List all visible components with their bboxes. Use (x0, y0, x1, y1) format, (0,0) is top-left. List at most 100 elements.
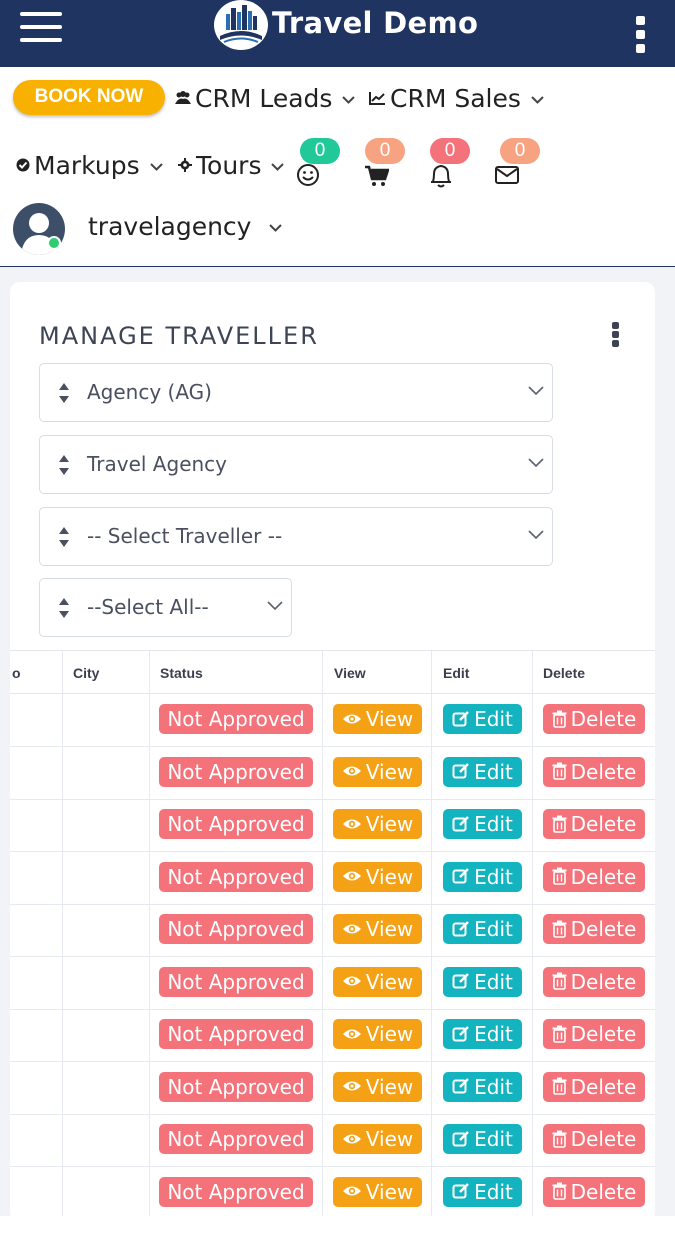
edit-icon (452, 970, 474, 994)
user-menu[interactable]: travelagency (88, 212, 283, 241)
edit-button[interactable]: Edit (443, 1176, 522, 1207)
view-button-label: View (365, 1179, 414, 1204)
status-filter-select[interactable]: --Select All-- (39, 578, 292, 637)
edit-button[interactable]: Edit (443, 704, 522, 734)
nav-markups[interactable]: Markups (16, 151, 163, 180)
view-button-label: View (365, 1127, 414, 1151)
view-button[interactable]: View (333, 861, 422, 892)
view-button[interactable]: View (333, 1176, 422, 1207)
delete-button[interactable]: Delete (543, 914, 645, 944)
edit-icon (452, 865, 474, 889)
brand-title[interactable]: Travel Demo (272, 6, 478, 40)
column-header-city[interactable]: City (73, 665, 99, 681)
delete-button[interactable]: Delete (543, 861, 645, 892)
trash-icon (552, 1180, 571, 1204)
edit-button[interactable]: Edit (443, 861, 522, 892)
view-button-label: View (365, 812, 414, 836)
agency-type-select[interactable]: Agency (AG) (39, 363, 553, 422)
view-button[interactable]: View (333, 966, 422, 997)
nav-tours[interactable]: Tours (178, 151, 285, 180)
status-badge: Not Approved (159, 861, 313, 892)
view-button-label: View (365, 1074, 414, 1099)
traveller-select[interactable]: -- Select Traveller -- (39, 507, 553, 566)
edit-icon (452, 1075, 474, 1099)
city-logo-icon[interactable] (214, 0, 268, 50)
agency-select[interactable]: Travel Agency (39, 435, 553, 494)
delete-button-label: Delete (570, 759, 637, 784)
chevron-down-icon (271, 163, 285, 171)
chevron-down-icon (528, 530, 544, 540)
chevron-down-icon (269, 224, 283, 232)
delete-button-label: Delete (570, 917, 637, 941)
edit-button-label: Edit (474, 864, 513, 889)
nav-tours-label: Tours (196, 151, 262, 180)
eye-icon (342, 970, 366, 994)
edit-button[interactable]: Edit (443, 809, 522, 839)
trash-icon (552, 812, 571, 836)
table-row: Not Approved View Edit Delete (10, 1062, 655, 1115)
edit-button-label: Edit (474, 1179, 513, 1204)
edit-button[interactable]: Edit (443, 966, 522, 997)
table-row: Not Approved View Edit Delete (10, 904, 655, 957)
edit-button[interactable]: Edit (443, 756, 522, 787)
card-options-icon[interactable] (611, 322, 621, 348)
view-button[interactable]: View (333, 914, 422, 944)
vertical-dots-icon[interactable] (634, 16, 646, 54)
nav-crm-leads[interactable]: CRM Leads (175, 84, 356, 113)
delete-button-label: Delete (570, 1127, 637, 1151)
edit-button[interactable]: Edit (443, 1019, 522, 1049)
chevron-down-icon (531, 96, 544, 104)
smiley-icon[interactable] (296, 163, 320, 192)
view-button-label: View (365, 864, 414, 889)
delete-button[interactable]: Delete (543, 756, 645, 787)
cart-icon[interactable] (365, 165, 390, 192)
delete-button[interactable]: Delete (543, 1019, 645, 1049)
view-button[interactable]: View (333, 1071, 422, 1102)
status-badge: Not Approved (159, 1019, 313, 1049)
gear-icon (178, 158, 192, 176)
view-button-label: View (365, 1022, 414, 1046)
edit-button-label: Edit (474, 1127, 513, 1151)
view-button[interactable]: View (333, 809, 422, 839)
chevron-down-icon (528, 386, 544, 396)
view-button-label: View (365, 969, 414, 994)
book-now-button[interactable]: BOOK NOW (13, 80, 165, 115)
view-button[interactable]: View (333, 1124, 422, 1154)
nav-crm-sales[interactable]: CRM Sales (369, 84, 544, 113)
edit-icon (452, 1022, 474, 1046)
delete-button[interactable]: Delete (543, 1071, 645, 1102)
view-button-label: View (365, 759, 414, 784)
edit-button[interactable]: Edit (443, 1124, 522, 1154)
delete-button[interactable]: Delete (543, 1124, 645, 1154)
mail-icon[interactable] (495, 165, 519, 190)
sort-icon (59, 455, 69, 475)
top-navbar: Travel Demo (0, 0, 675, 67)
delete-button[interactable]: Delete (543, 1176, 645, 1207)
view-button-label: View (365, 707, 414, 731)
manage-traveller-card: MANAGE TRAVELLER Agency (AG) Travel Agen… (10, 282, 655, 1222)
trash-icon (552, 707, 571, 731)
view-button[interactable]: View (333, 756, 422, 787)
trash-icon (552, 1127, 571, 1151)
main-nav: BOOK NOW CRM Leads CRM Sales Markups Tou… (0, 67, 675, 267)
trash-icon (552, 1022, 571, 1046)
status-badge: Not Approved (159, 809, 313, 839)
eye-icon (342, 707, 366, 731)
delete-button[interactable]: Delete (543, 809, 645, 839)
delete-button[interactable]: Delete (543, 704, 645, 734)
delete-button-label: Delete (570, 969, 637, 994)
view-button-label: View (365, 917, 414, 941)
line-chart-icon (369, 91, 386, 109)
hamburger-menu-icon[interactable] (20, 12, 62, 44)
view-button[interactable]: View (333, 1019, 422, 1049)
status-badge: Not Approved (159, 1071, 313, 1102)
view-button[interactable]: View (333, 704, 422, 734)
edit-button[interactable]: Edit (443, 1071, 522, 1102)
column-header-status[interactable]: Status (160, 665, 203, 681)
eye-icon (342, 1075, 366, 1099)
bell-icon[interactable] (429, 163, 453, 194)
nav-crm-leads-label: CRM Leads (195, 84, 333, 113)
edit-icon (452, 917, 474, 941)
delete-button[interactable]: Delete (543, 966, 645, 997)
edit-button[interactable]: Edit (443, 914, 522, 944)
